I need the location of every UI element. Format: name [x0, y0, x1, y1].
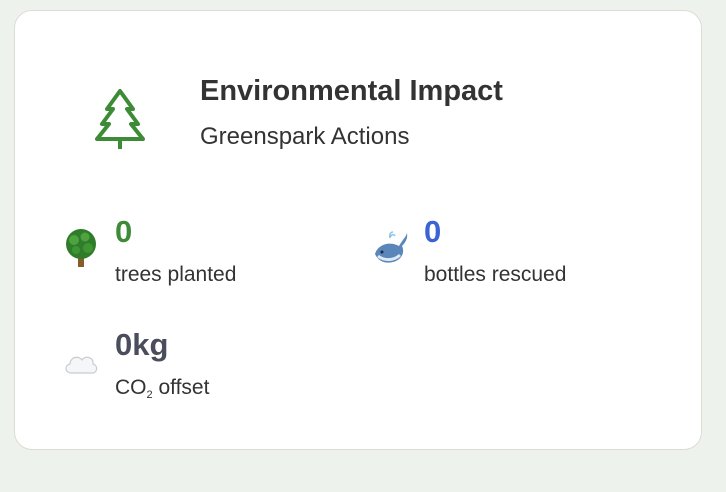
co2-label-main: CO	[115, 376, 147, 399]
cloud-icon	[65, 356, 98, 374]
bottles-rescued-value: 0	[424, 214, 442, 249]
deciduous-tree-icon	[66, 229, 96, 267]
co2-offset-label: CO2 offset	[115, 375, 209, 408]
bottles-rescued-label: bottles rescued	[424, 263, 567, 286]
trees-planted-value: 0	[115, 214, 133, 249]
environmental-impact-card: Environmental Impact Greenspark Actions …	[14, 10, 702, 450]
whale-icon	[375, 231, 408, 263]
card-subtitle: Greenspark Actions	[200, 123, 410, 150]
trees-planted-label: trees planted	[115, 263, 237, 286]
pine-tree-icon	[95, 89, 145, 149]
card-title: Environmental Impact	[200, 75, 503, 107]
co2-offset-value: 0kg	[115, 327, 169, 362]
co2-label-rest: offset	[152, 376, 210, 399]
